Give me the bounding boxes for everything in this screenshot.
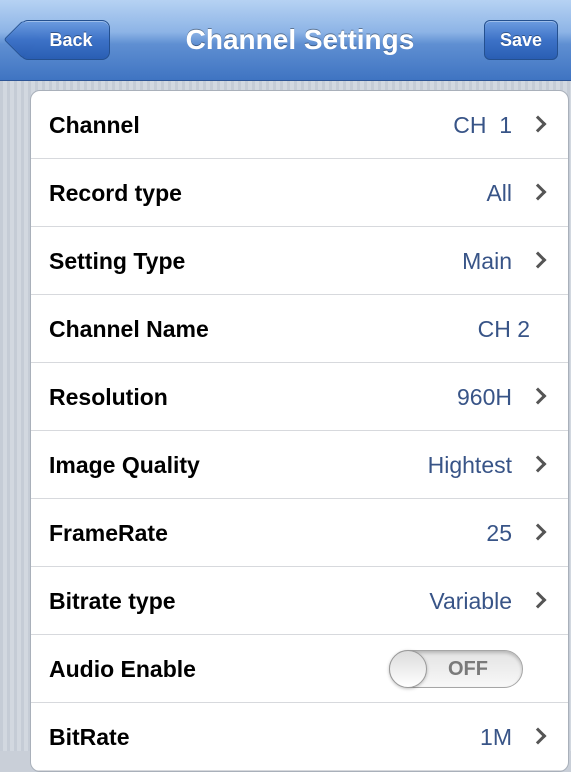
chevron-right-icon bbox=[529, 591, 547, 609]
row-image-quality[interactable]: Image Quality Hightest bbox=[31, 431, 568, 499]
row-label: Channel bbox=[49, 112, 140, 138]
row-value: 1M bbox=[480, 724, 512, 750]
row-value: All bbox=[486, 180, 512, 206]
row-label: Audio Enable bbox=[49, 656, 196, 682]
toggle-knob[interactable] bbox=[389, 650, 427, 688]
chevron-right-icon bbox=[529, 115, 547, 133]
save-button-label: Save bbox=[499, 29, 543, 50]
row-value: 25 bbox=[486, 520, 512, 546]
row-record-type[interactable]: Record type All bbox=[31, 159, 568, 227]
row-label: BitRate bbox=[49, 724, 130, 750]
row-label: Record type bbox=[49, 180, 182, 206]
settings-table: Channel CH 1 Record type All Setting Typ… bbox=[30, 90, 569, 772]
navigation-bar: Back Channel Settings Save bbox=[0, 0, 571, 81]
chevron-right-icon bbox=[529, 727, 547, 745]
audio-enable-toggle[interactable]: OFF bbox=[389, 650, 523, 688]
row-value: CH 1 bbox=[453, 112, 512, 138]
row-resolution[interactable]: Resolution 960H bbox=[31, 363, 568, 431]
toggle-state-label: OFF bbox=[448, 658, 488, 680]
chevron-right-icon bbox=[529, 523, 547, 541]
row-frame-rate[interactable]: FrameRate 25 bbox=[31, 499, 568, 567]
chevron-right-icon bbox=[529, 455, 547, 473]
row-label: Channel Name bbox=[49, 316, 209, 342]
row-value: Variable bbox=[429, 588, 512, 614]
row-label: Image Quality bbox=[49, 452, 200, 478]
row-bitrate[interactable]: BitRate 1M bbox=[31, 703, 568, 771]
row-setting-type[interactable]: Setting Type Main bbox=[31, 227, 568, 295]
back-button-label: Back bbox=[49, 29, 93, 50]
row-bitrate-type[interactable]: Bitrate type Variable bbox=[31, 567, 568, 635]
row-value: Hightest bbox=[427, 452, 512, 478]
row-value: Main bbox=[462, 248, 512, 274]
row-audio-enable: Audio Enable OFF bbox=[31, 635, 568, 703]
row-label: Setting Type bbox=[49, 248, 186, 274]
row-channel[interactable]: Channel CH 1 bbox=[31, 91, 568, 159]
save-button[interactable]: Save bbox=[484, 20, 558, 60]
row-label: FrameRate bbox=[49, 520, 168, 546]
row-channel-name[interactable]: Channel Name CH 2 bbox=[31, 295, 568, 363]
row-value: 960H bbox=[457, 384, 512, 410]
row-label: Resolution bbox=[49, 384, 168, 410]
chevron-right-icon bbox=[529, 183, 547, 201]
chevron-right-icon bbox=[529, 251, 547, 269]
page-title: Channel Settings bbox=[185, 24, 415, 55]
row-label: Bitrate type bbox=[49, 588, 176, 614]
channel-name-field[interactable]: CH 2 bbox=[478, 295, 530, 363]
chevron-right-icon bbox=[529, 387, 547, 405]
back-button[interactable]: Back bbox=[20, 20, 110, 60]
